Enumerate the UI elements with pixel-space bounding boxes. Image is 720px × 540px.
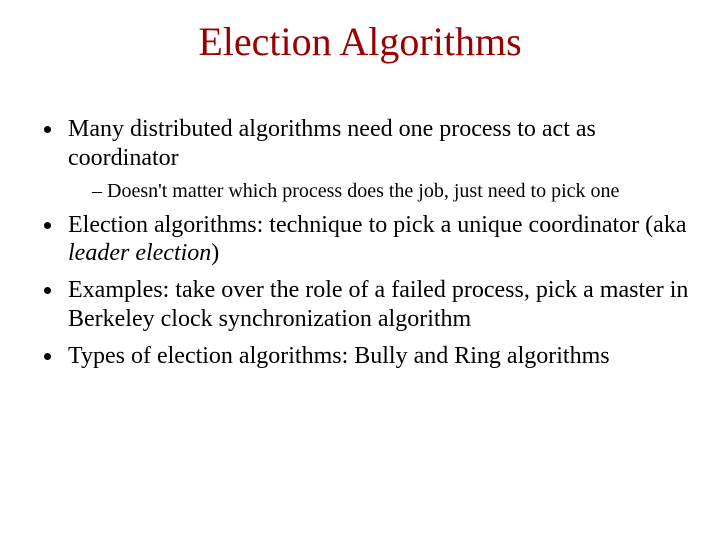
- slide-body: Many distributed algorithms need one pro…: [30, 115, 690, 371]
- bullet-text-part: Election algorithms: technique to pick a…: [68, 212, 686, 238]
- bullet-list: Many distributed algorithms need one pro…: [30, 115, 690, 371]
- bullet-item: Election algorithms: technique to pick a…: [64, 211, 690, 269]
- bullet-text: Types of election algorithms: Bully and …: [68, 343, 610, 369]
- bullet-text-part: ): [211, 240, 219, 266]
- bullet-text: Examples: take over the role of a failed…: [68, 277, 688, 332]
- bullet-item: Types of election algorithms: Bully and …: [64, 342, 690, 371]
- bullet-item: Examples: take over the role of a failed…: [64, 276, 690, 334]
- slide: Election Algorithms Many distributed alg…: [0, 0, 720, 540]
- sub-bullet-item: Doesn't matter which process does the jo…: [92, 179, 690, 203]
- slide-title: Election Algorithms: [30, 18, 690, 65]
- bullet-item: Many distributed algorithms need one pro…: [64, 115, 690, 203]
- bullet-text-part: leader election: [68, 240, 211, 266]
- bullet-text: Many distributed algorithms need one pro…: [68, 116, 596, 171]
- sub-bullet-list: Doesn't matter which process does the jo…: [68, 179, 690, 203]
